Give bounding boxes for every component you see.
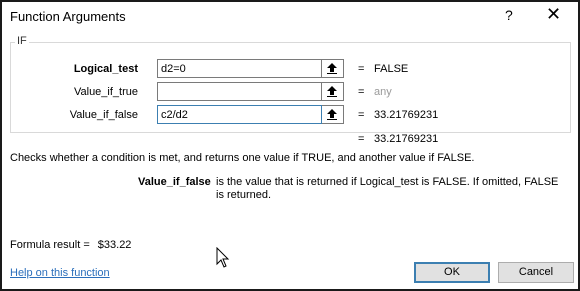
value-if-false-equals: = bbox=[358, 109, 365, 121]
value-if-true-input[interactable] bbox=[157, 82, 322, 101]
logical-test-equals: = bbox=[358, 63, 365, 75]
value-if-false-label: Value_if_false bbox=[69, 109, 138, 121]
logical-test-input[interactable] bbox=[157, 59, 322, 78]
close-icon[interactable]: ✕ bbox=[546, 4, 561, 25]
dialog-title: Function Arguments bbox=[10, 9, 126, 24]
value-if-true-collapse-button[interactable] bbox=[322, 82, 344, 101]
formula-result: Formula result = $33.22 bbox=[10, 239, 131, 251]
formula-result-label: Formula result = bbox=[10, 239, 90, 251]
logical-test-collapse-button[interactable] bbox=[322, 59, 344, 78]
logical-test-result: FALSE bbox=[374, 63, 409, 75]
title-bar: Function Arguments ? ✕ bbox=[2, 2, 578, 32]
collapse-arrow-icon bbox=[327, 109, 337, 120]
cancel-button[interactable]: Cancel bbox=[498, 262, 574, 283]
argument-description-name: Value_if_false bbox=[138, 176, 211, 188]
help-on-this-function-link[interactable]: Help on this function bbox=[10, 267, 110, 279]
collapse-arrow-icon bbox=[327, 63, 337, 74]
value-if-true-result: any bbox=[374, 86, 392, 98]
ok-button[interactable]: OK bbox=[414, 262, 490, 283]
value-if-false-collapse-button[interactable] bbox=[322, 105, 344, 124]
logical-test-label: Logical_test bbox=[73, 63, 138, 75]
formula-result-value: $33.22 bbox=[97, 239, 132, 251]
function-arguments-dialog: Function Arguments ? ✕ IF Logical_test =… bbox=[0, 0, 580, 291]
overall-result-value: 33.21769231 bbox=[374, 133, 439, 145]
function-name-label: IF bbox=[15, 35, 29, 47]
collapse-arrow-icon bbox=[327, 86, 337, 97]
value-if-false-input[interactable] bbox=[157, 105, 322, 124]
value-if-true-label: Value_if_true bbox=[73, 86, 138, 98]
mouse-pointer-icon bbox=[216, 247, 230, 268]
value-if-true-equals: = bbox=[358, 86, 365, 98]
value-if-false-result: 33.21769231 bbox=[374, 109, 439, 121]
help-icon[interactable]: ? bbox=[505, 7, 513, 23]
argument-description-text: is the value that is returned if Logical… bbox=[216, 176, 559, 201]
overall-result-equals: = bbox=[358, 133, 365, 145]
function-description: Checks whether a condition is met, and r… bbox=[10, 152, 475, 164]
